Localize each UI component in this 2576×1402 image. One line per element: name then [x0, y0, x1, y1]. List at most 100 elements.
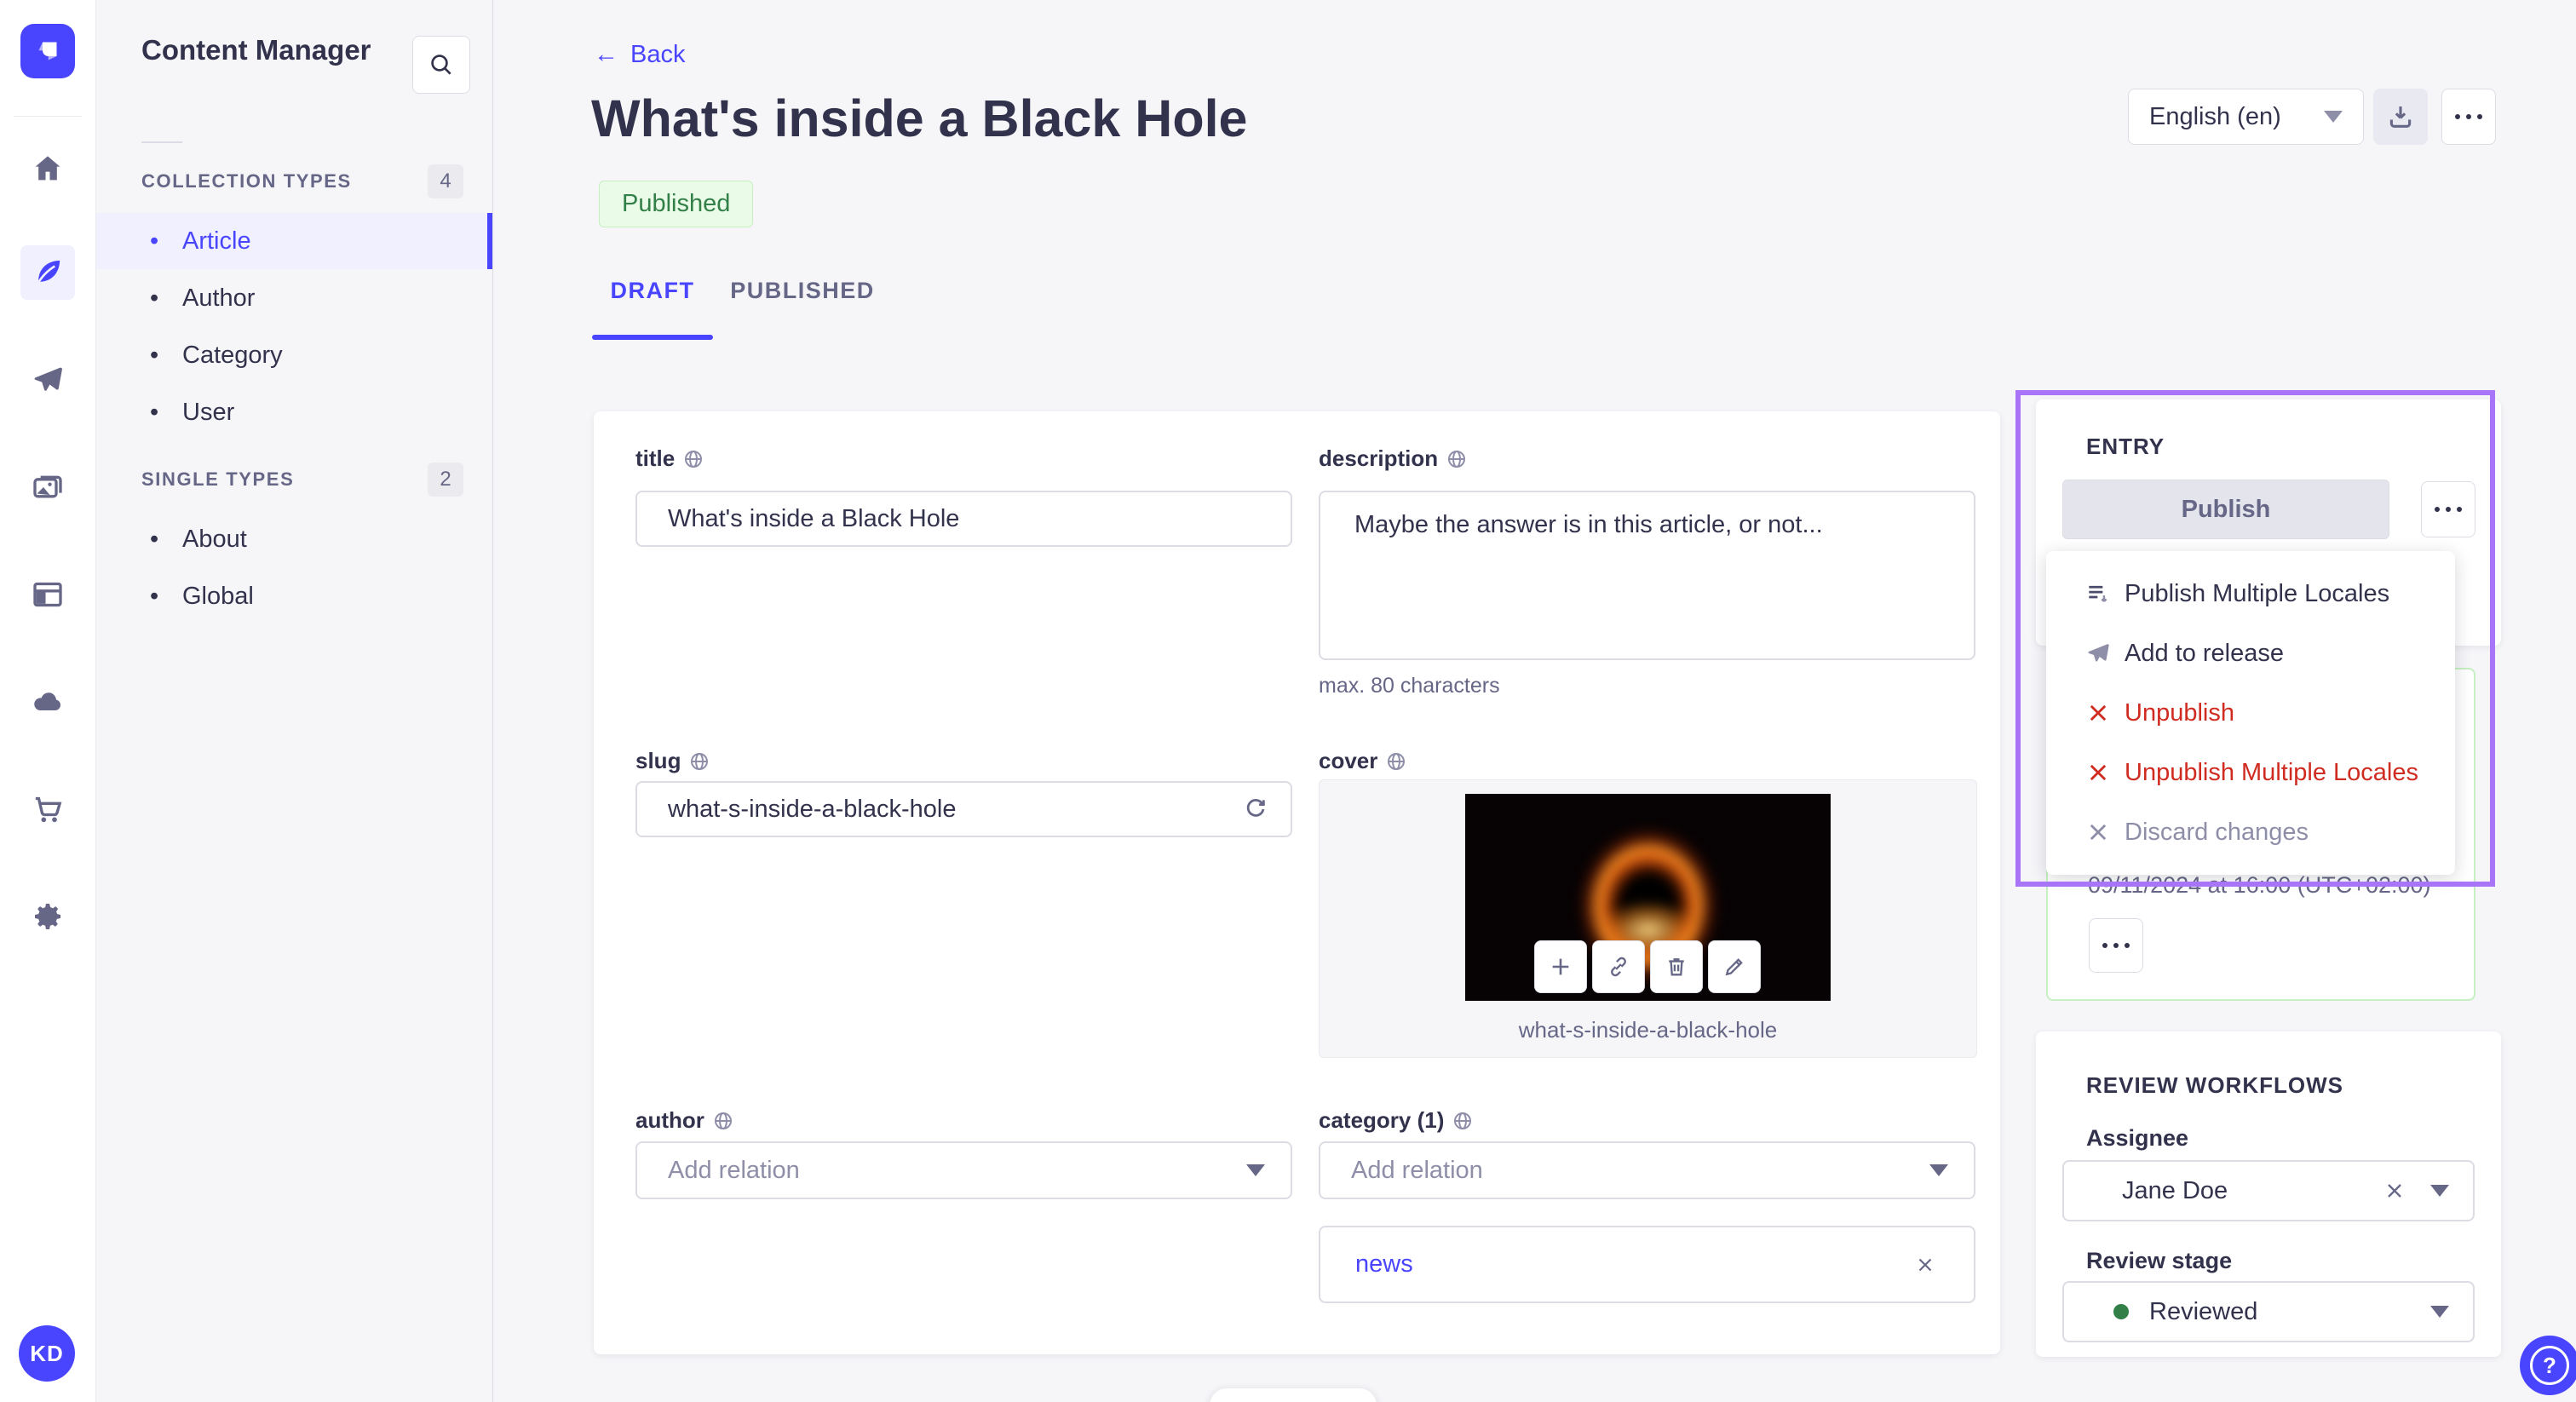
- remove-relation-icon[interactable]: [1914, 1254, 1936, 1276]
- sidebar-item-label: About: [182, 525, 247, 553]
- help-button[interactable]: ?: [2520, 1336, 2576, 1395]
- entry-actions-menu: Publish Multiple Locales Add to release …: [2046, 551, 2455, 875]
- slug-input[interactable]: what-s-inside-a-black-hole: [635, 781, 1292, 837]
- releases-nav-button[interactable]: [20, 353, 75, 407]
- bullet-icon: •: [150, 399, 159, 426]
- images-icon: [33, 475, 62, 498]
- active-tab-underline: [592, 335, 713, 340]
- collection-types-count-badge: 4: [428, 164, 463, 198]
- sidebar-item-label: Author: [182, 284, 256, 312]
- home-nav-button[interactable]: [20, 141, 75, 196]
- field-label-text: description: [1319, 445, 1439, 471]
- single-types-count-badge: 2: [428, 463, 463, 497]
- tab-published[interactable]: PUBLISHED: [726, 278, 879, 304]
- edit-media-button[interactable]: [1708, 940, 1761, 993]
- download-button[interactable]: [2373, 89, 2428, 145]
- author-relation-select[interactable]: Add relation: [635, 1141, 1292, 1199]
- description-helper: max. 80 characters: [1319, 674, 1500, 698]
- menu-item-unpublish-multiple-locales[interactable]: Unpublish Multiple Locales: [2046, 743, 2455, 802]
- globe-icon: [714, 1112, 732, 1129]
- cross-icon: [2084, 761, 2113, 784]
- cloud-nav-button[interactable]: [20, 675, 75, 729]
- plus-icon: [1552, 958, 1569, 975]
- list-plus-icon: [2084, 580, 2113, 607]
- release-more-button[interactable]: [2089, 918, 2143, 973]
- content-type-builder-nav-button[interactable]: [20, 567, 75, 622]
- link-icon: [1611, 957, 1626, 977]
- search-icon: [431, 55, 451, 75]
- status-badge: Published: [599, 181, 754, 227]
- ellipsis-icon: [2435, 507, 2462, 512]
- review-stage-value: Reviewed: [2149, 1297, 2258, 1325]
- strapi-logo[interactable]: [20, 24, 75, 78]
- field-label-text: slug: [635, 748, 681, 773]
- sidebar-item-about[interactable]: • About: [95, 511, 492, 567]
- bottom-pill[interactable]: [1210, 1388, 1377, 1402]
- marketplace-nav-button[interactable]: [20, 782, 75, 836]
- locale-select[interactable]: English (en): [2128, 89, 2364, 145]
- layout-icon: [33, 582, 62, 607]
- publish-button[interactable]: Publish: [2062, 480, 2389, 539]
- assignee-select[interactable]: Jane Doe: [2062, 1160, 2475, 1221]
- menu-item-publish-multiple-locales[interactable]: Publish Multiple Locales: [2046, 564, 2455, 623]
- copy-link-button[interactable]: [1592, 940, 1645, 993]
- scheduled-date: 09/11/2024 at 16:00 (UTC+02:00): [2088, 872, 2431, 898]
- globe-icon: [1388, 752, 1406, 770]
- sidebar-item-article[interactable]: • Article: [95, 213, 492, 269]
- sidebar-item-category[interactable]: • Category: [95, 327, 492, 383]
- chevron-down-icon: [1929, 1164, 1948, 1176]
- ellipsis-icon: [2455, 114, 2482, 119]
- ellipsis-icon: [2102, 943, 2130, 948]
- cart-icon: [35, 796, 62, 823]
- content-manager-subnav: Content Manager COLLECTION TYPES 4 • Art…: [95, 0, 493, 1402]
- menu-item-discard-changes[interactable]: Discard changes: [2046, 802, 2455, 862]
- tab-draft[interactable]: DRAFT: [592, 278, 713, 304]
- menu-item-unpublish[interactable]: Unpublish: [2046, 683, 2455, 743]
- collection-types-header: COLLECTION TYPES 4: [141, 164, 463, 199]
- cover-image[interactable]: [1465, 794, 1831, 1001]
- category-relation-select[interactable]: Add relation: [1319, 1141, 1975, 1199]
- media-library-nav-button[interactable]: [20, 460, 75, 514]
- edit-form-card: title What's inside a Black Hole descrip…: [594, 411, 2000, 1354]
- menu-item-add-to-release[interactable]: Add to release: [2046, 623, 2455, 683]
- single-types-header: SINGLE TYPES 2: [141, 462, 463, 497]
- review-stage-label: Review stage: [2086, 1248, 2233, 1273]
- menu-item-label: Unpublish Multiple Locales: [2125, 758, 2418, 786]
- section-label: SINGLE TYPES: [141, 468, 295, 490]
- title-input[interactable]: What's inside a Black Hole: [635, 491, 1292, 547]
- description-textarea[interactable]: Maybe the answer is in this article, or …: [1319, 491, 1975, 660]
- add-media-button[interactable]: [1534, 940, 1587, 993]
- bullet-icon: •: [150, 227, 159, 255]
- cross-icon: [2084, 701, 2113, 725]
- sidebar-item-author[interactable]: • Author: [95, 270, 492, 326]
- trash-icon: [1669, 958, 1684, 976]
- review-stage-select[interactable]: Reviewed: [2062, 1281, 2475, 1342]
- review-workflows-heading: REVIEW WORKFLOWS: [2086, 1072, 2343, 1098]
- review-workflows-panel: REVIEW WORKFLOWS Assignee Jane Doe Revie…: [2036, 1031, 2501, 1357]
- header-more-button[interactable]: [2441, 89, 2496, 145]
- relation-link[interactable]: news: [1355, 1250, 1413, 1278]
- delete-media-button[interactable]: [1650, 940, 1703, 993]
- paper-plane-icon: [34, 367, 62, 391]
- stage-status-dot: [2113, 1304, 2129, 1319]
- slug-field-label: slug: [635, 748, 710, 774]
- back-link[interactable]: ← Back: [594, 41, 685, 69]
- menu-item-label: Publish Multiple Locales: [2125, 579, 2390, 607]
- settings-nav-button[interactable]: [20, 889, 75, 944]
- nav-rail: KD: [0, 0, 96, 1402]
- sidebar-item-user[interactable]: • User: [95, 384, 492, 440]
- description-value: Maybe the answer is in this article, or …: [1354, 511, 1823, 538]
- sidebar-item-global[interactable]: • Global: [95, 568, 492, 624]
- content-manager-nav-button[interactable]: [20, 245, 75, 300]
- field-label-text: title: [635, 445, 676, 471]
- globe-icon: [685, 450, 703, 468]
- cloud-icon: [34, 692, 60, 710]
- clear-assignee-icon[interactable]: [2383, 1179, 2406, 1203]
- regenerate-icon[interactable]: [1243, 796, 1268, 822]
- user-avatar[interactable]: KD: [19, 1325, 75, 1382]
- category-field-label: category (1): [1319, 1107, 1473, 1134]
- question-mark-icon: ?: [2530, 1346, 2569, 1385]
- search-button[interactable]: [412, 36, 470, 94]
- cover-field-label: cover: [1319, 748, 1406, 774]
- entry-more-button[interactable]: [2421, 481, 2475, 537]
